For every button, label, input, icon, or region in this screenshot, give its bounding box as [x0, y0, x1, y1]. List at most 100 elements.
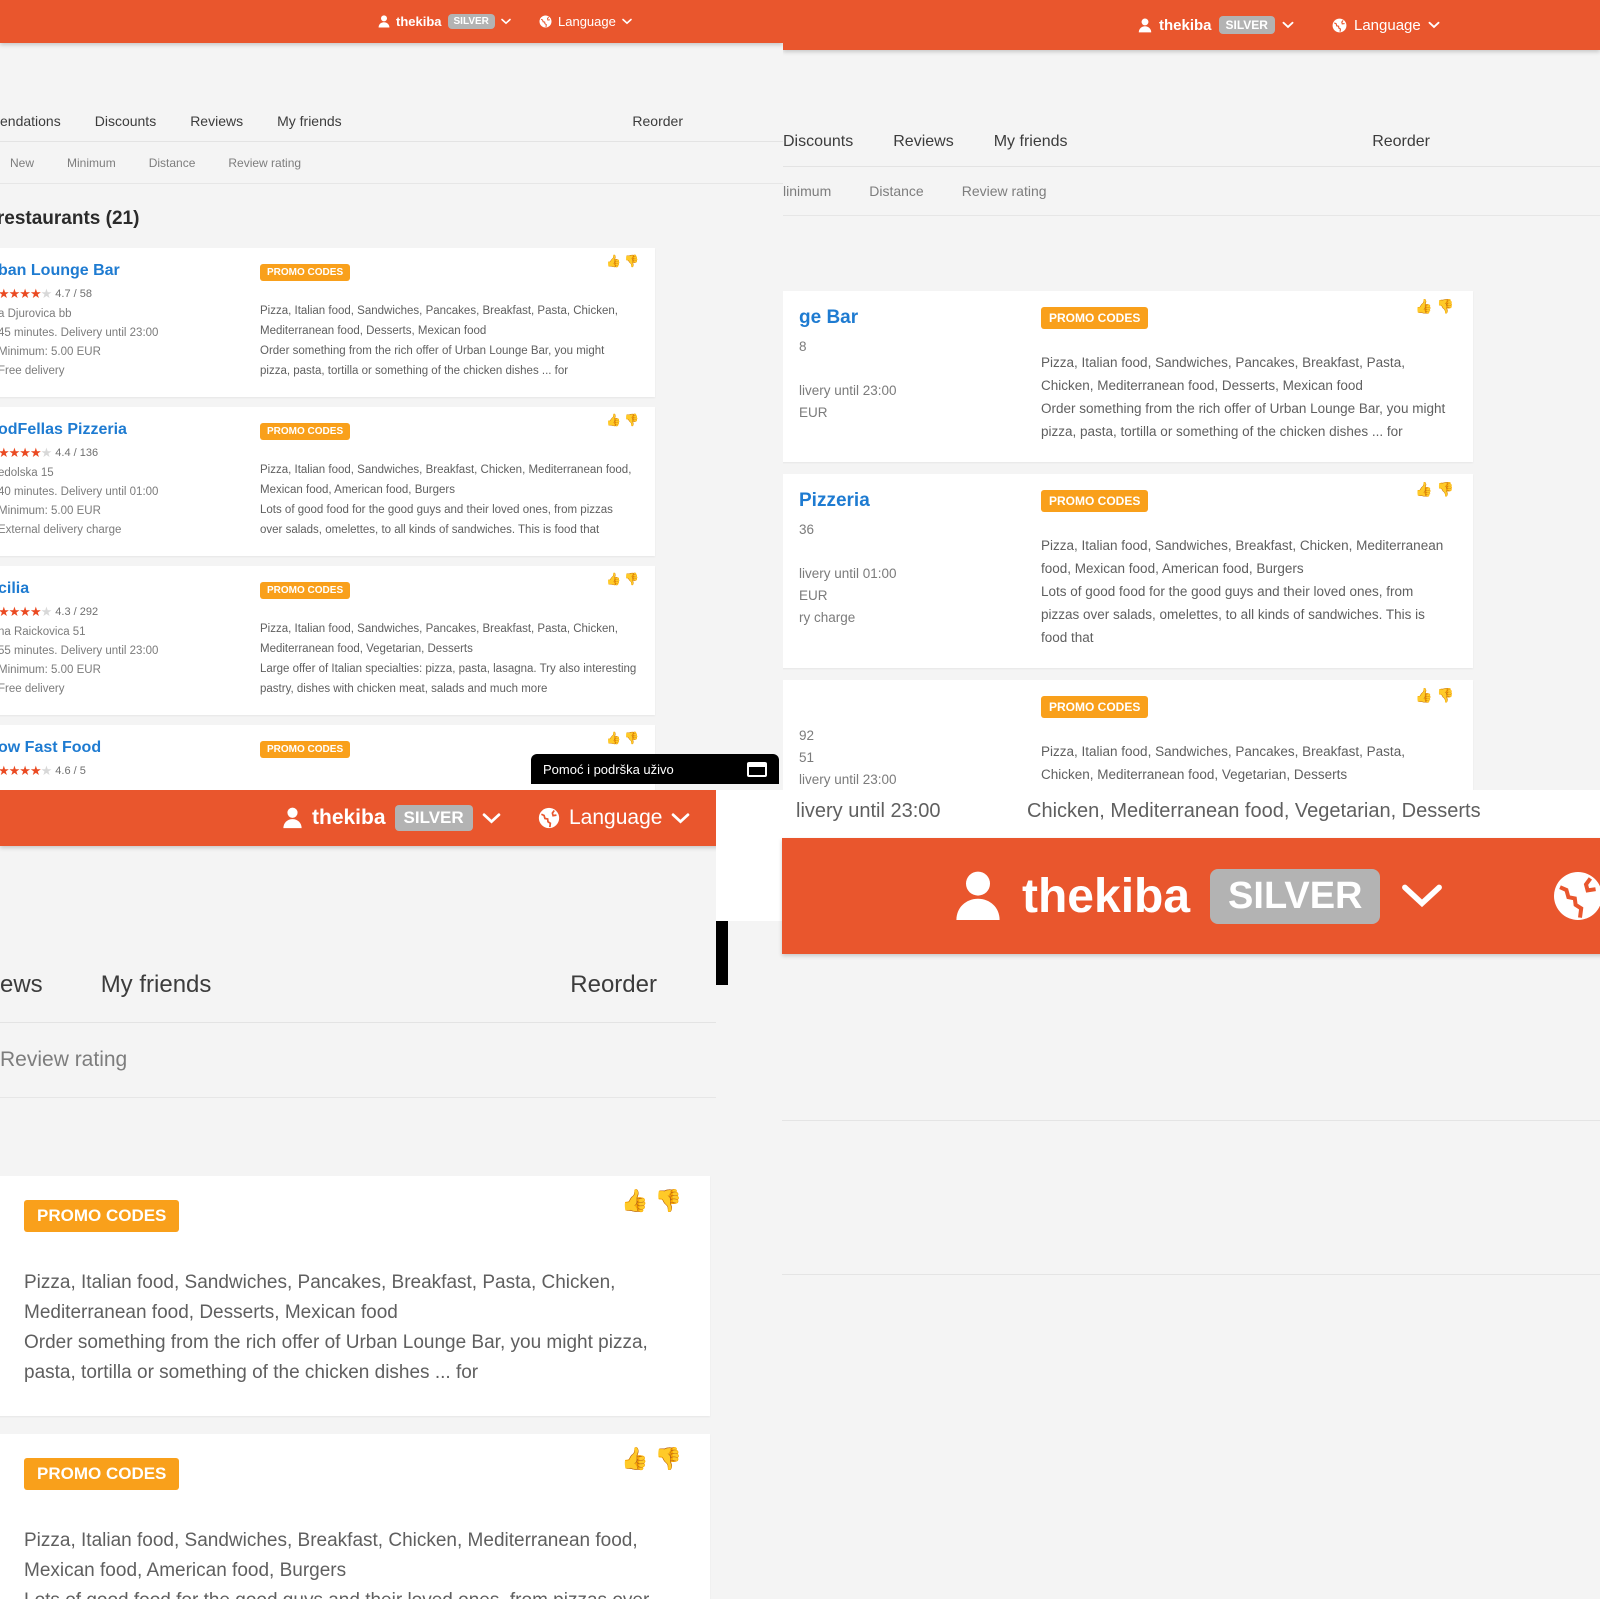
thumbs-down-icon[interactable]: 👎	[624, 254, 639, 268]
nav-item-reviews[interactable]: Reviews	[190, 113, 243, 129]
chat-window-icon[interactable]	[747, 761, 767, 777]
promo-codes-badge[interactable]: PROMO CODES	[260, 264, 351, 281]
account-menu[interactable]: thekiba SILVER	[1138, 16, 1294, 34]
restaurant-card[interactable]: PROMO CODES Pizza, Italian food, Sandwic…	[0, 1176, 710, 1416]
restaurant-info: 92 51 livery until 23:00	[799, 696, 1041, 790]
chevron-down-icon[interactable]	[482, 812, 501, 825]
language-menu[interactable]: Language	[538, 806, 690, 830]
vote-controls[interactable]: 👍 👎	[606, 572, 639, 586]
thumbs-down-icon[interactable]: 👎	[1437, 481, 1454, 498]
sort-item-distance[interactable]: Distance	[149, 156, 196, 170]
chevron-down-icon[interactable]	[671, 812, 690, 825]
vote-controls[interactable]: 👍 👎	[1415, 481, 1454, 498]
nav-item-discounts[interactable]: Discounts	[783, 133, 853, 151]
thumbs-down-icon[interactable]: 👎	[1437, 687, 1454, 704]
promo-codes-badge[interactable]: PROMO CODES	[260, 582, 351, 599]
sort-item-review-rating[interactable]: Review rating	[228, 156, 301, 170]
vote-controls[interactable]: 👍 👎	[1415, 687, 1454, 704]
restaurant-detail: PROMO CODES Pizza, Italian food, Sandwic…	[260, 262, 637, 381]
section-title: g restaurants (21)	[0, 208, 140, 229]
nav-item-my-friends[interactable]: My friends	[277, 113, 342, 129]
nav-item-reorder[interactable]: Reorder	[632, 113, 683, 129]
restaurant-card[interactable]: 92 51 livery until 23:00 PROMO CODES Piz…	[783, 680, 1473, 790]
vote-controls[interactable]: 👍 👎	[606, 254, 639, 268]
restaurant-detail: PROMO CODES Pizza, Italian food, Sandwic…	[1041, 490, 1452, 649]
account-username: thekiba	[312, 806, 386, 829]
restaurant-card[interactable]: odFellas Pizzeria ★★★★ ★ 4.4 / 136 edolsk…	[0, 407, 655, 556]
nav-item-discounts[interactable]: Discounts	[95, 113, 156, 129]
thumbs-down-icon[interactable]: 👎	[655, 1446, 682, 1472]
restaurant-info: Pizzeria 36 livery until 01:00 EUR ry ch…	[799, 490, 1041, 649]
promo-codes-badge[interactable]: PROMO CODES	[1041, 307, 1149, 329]
nav-item-reviews[interactable]: Reviews	[893, 133, 953, 151]
restaurant-name[interactable]	[799, 696, 1041, 718]
vote-controls[interactable]: 👍 👎	[606, 731, 639, 745]
nav-item-reorder[interactable]: Reorder	[1372, 133, 1430, 151]
restaurant-address: edolska 15	[0, 467, 54, 479]
sort-item-new[interactable]: New	[10, 156, 34, 170]
chevron-down-icon[interactable]	[622, 18, 632, 25]
thumbs-up-icon[interactable]: 👍	[606, 572, 621, 586]
chevron-down-icon[interactable]	[501, 18, 511, 25]
thumbs-up-icon[interactable]: 👍	[1415, 298, 1432, 315]
thumbs-down-icon[interactable]: 👎	[624, 413, 639, 427]
chevron-down-icon[interactable]	[1282, 21, 1294, 29]
sort-item-review-rating[interactable]: Review rating	[0, 1048, 127, 1072]
chevron-down-icon[interactable]	[1428, 21, 1440, 29]
thumbs-down-icon[interactable]: 👎	[624, 731, 639, 745]
promo-codes-badge[interactable]: PROMO CODES	[260, 423, 351, 440]
vote-controls[interactable]: 👍 👎	[621, 1188, 682, 1214]
restaurant-categories: Pizza, Italian food, Sandwiches, Pancake…	[1041, 744, 1405, 782]
chevron-down-icon[interactable]	[1400, 881, 1444, 911]
sort-item-minimum[interactable]: Minimum	[67, 156, 116, 170]
restaurant-name[interactable]: odFellas Pizzeria	[0, 421, 260, 439]
account-menu[interactable]: thekiba SILVER	[282, 805, 501, 831]
thumbs-down-icon[interactable]: 👎	[655, 1188, 682, 1214]
sort-item-minimum[interactable]: linimum	[783, 183, 831, 199]
vote-controls[interactable]: 👍 👎	[621, 1446, 682, 1472]
promo-codes-badge[interactable]: PROMO CODES	[24, 1200, 180, 1232]
vote-controls[interactable]: 👍 👎	[1415, 298, 1454, 315]
thumbs-up-icon[interactable]: 👍	[621, 1446, 648, 1472]
promo-codes-badge[interactable]: PROMO CODES	[24, 1458, 180, 1490]
restaurant-name[interactable]: ge Bar	[799, 307, 1041, 329]
thumbs-up-icon[interactable]: 👍	[1415, 687, 1432, 704]
help-support-widget[interactable]: Pomoć i podrška uživo	[531, 754, 779, 784]
sort-item-distance[interactable]: Distance	[869, 183, 923, 199]
restaurant-card[interactable]: ban Lounge Bar ★★★★ ★ 4.7 / 58 a Djurovic…	[0, 248, 655, 397]
promo-codes-badge[interactable]: PROMO CODES	[260, 741, 351, 758]
restaurant-card[interactable]: ge Bar 8 livery until 23:00 EUR PROMO CO…	[783, 291, 1473, 462]
nav-item-reorder[interactable]: Reorder	[570, 971, 657, 999]
restaurant-card[interactable]: Pizzeria 36 livery until 01:00 EUR ry ch…	[783, 474, 1473, 668]
language-menu[interactable]: Language	[1332, 17, 1440, 34]
nav-item-my-friends[interactable]: My friends	[101, 971, 212, 999]
thumbs-up-icon[interactable]: 👍	[606, 731, 621, 745]
rating-row: ★★★★ ★ 4.4 / 136	[0, 445, 260, 461]
thumbs-up-icon[interactable]: 👍	[1415, 481, 1432, 498]
language-label: Language	[558, 14, 616, 29]
thumbs-down-icon[interactable]: 👎	[624, 572, 639, 586]
panel-top-right: thekiba SILVER Language Discounts Review…	[783, 0, 1600, 790]
vote-controls[interactable]: 👍 👎	[606, 413, 639, 427]
promo-codes-badge[interactable]: PROMO CODES	[1041, 490, 1149, 512]
restaurant-card[interactable]: PROMO CODES Pizza, Italian food, Sandwic…	[0, 1434, 710, 1599]
account-menu[interactable]: thekiba SILVER	[954, 868, 1444, 924]
thumbs-up-icon[interactable]: 👍	[606, 254, 621, 268]
restaurant-name[interactable]: ban Lounge Bar	[0, 262, 260, 280]
restaurant-name[interactable]: Pizzeria	[799, 490, 1041, 512]
thumbs-down-icon[interactable]: 👎	[1437, 298, 1454, 315]
nav-item-reviews[interactable]: ews	[0, 971, 43, 999]
restaurant-categories: Pizza, Italian food, Sandwiches, Pancake…	[260, 623, 618, 655]
thumbs-up-icon[interactable]: 👍	[621, 1188, 648, 1214]
language-menu[interactable]	[1552, 870, 1600, 922]
nav-item-my-friends[interactable]: My friends	[994, 133, 1068, 151]
restaurant-card[interactable]: cilia ★★★★ ★ 4.3 / 292 na Raickovica 51 5…	[0, 566, 655, 715]
thumbs-up-icon[interactable]: 👍	[606, 413, 621, 427]
restaurant-name[interactable]: ow Fast Food	[0, 739, 260, 757]
nav-item-recommendations[interactable]: endations	[0, 113, 61, 129]
account-menu[interactable]: thekiba SILVER	[378, 14, 511, 29]
sort-item-review-rating[interactable]: Review rating	[962, 183, 1047, 199]
promo-codes-badge[interactable]: PROMO CODES	[1041, 696, 1149, 718]
language-menu[interactable]: Language	[539, 14, 632, 29]
restaurant-name[interactable]: cilia	[0, 580, 260, 598]
